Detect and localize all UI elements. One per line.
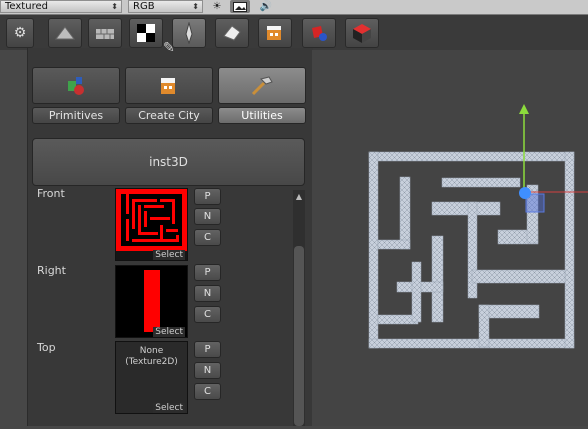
front-label: Front <box>37 187 65 200</box>
tab-primitives-icon-button[interactable] <box>32 67 120 104</box>
shading-mode-dropdown[interactable]: Textured ⬍ <box>0 0 122 13</box>
right-p-button[interactable]: P <box>194 264 221 281</box>
top-p-button[interactable]: P <box>194 341 221 358</box>
gizmo-y-arrow-icon[interactable] <box>519 104 529 114</box>
tab-create-city[interactable]: Create City <box>125 107 213 124</box>
cube-icon[interactable] <box>345 18 379 48</box>
tab-utilities[interactable]: Utilities <box>218 107 306 124</box>
pyramid-icon[interactable] <box>48 18 82 48</box>
dropdown-arrows-icon: ⬍ <box>192 2 199 11</box>
top-texture-slot[interactable]: None (Texture2D) Select <box>115 341 188 414</box>
tab-primitives[interactable]: Primitives <box>32 107 120 124</box>
maze-texture-image <box>116 189 187 251</box>
right-n-button[interactable]: N <box>194 285 221 302</box>
front-texture-slot[interactable]: Select <box>115 188 188 261</box>
right-c-button[interactable]: C <box>194 306 221 323</box>
top-select-label[interactable]: Select <box>153 403 185 413</box>
front-n-button[interactable]: N <box>194 208 221 225</box>
shapes-icon[interactable] <box>302 18 336 48</box>
tab-utilities-icon-button[interactable] <box>218 67 306 104</box>
top-bar: Textured ⬍ RGB ⬍ ☀ 🔊 <box>0 0 588 15</box>
right-label: Right <box>37 264 66 277</box>
speaker-icon[interactable]: 🔊 <box>256 0 276 13</box>
building-icon[interactable] <box>258 18 292 48</box>
image-icon[interactable] <box>230 0 250 13</box>
right-select-label[interactable]: Select <box>153 327 185 337</box>
pen-cursor-icon: ✎ <box>163 40 175 56</box>
right-texture-slot[interactable]: Select <box>115 265 188 338</box>
gizmo-center-handle[interactable] <box>519 187 531 199</box>
top-label: Top <box>37 341 56 354</box>
tab-create-city-icon-button[interactable] <box>125 67 213 104</box>
front-p-button[interactable]: P <box>194 188 221 205</box>
checker-icon[interactable] <box>129 18 163 48</box>
eraser-icon[interactable] <box>215 18 249 48</box>
render-mode-dropdown[interactable]: RGB ⬍ <box>128 0 203 13</box>
scroll-up-icon[interactable]: ▲ <box>294 192 304 202</box>
scene-view[interactable] <box>312 50 588 426</box>
gear-icon[interactable]: ⚙ <box>6 18 34 48</box>
top-n-button[interactable]: N <box>194 362 221 379</box>
sun-icon[interactable]: ☀ <box>207 0 227 13</box>
none-texture-label: None (Texture2D) <box>125 346 178 367</box>
panel-scrollbar[interactable]: ▲ <box>293 190 305 426</box>
dropdown-arrows-icon: ⬍ <box>111 2 118 11</box>
top-c-button[interactable]: C <box>194 383 221 400</box>
front-select-label[interactable]: Select <box>153 250 185 260</box>
scrollbar-thumb[interactable] <box>294 246 304 426</box>
render-mode-label: RGB <box>133 1 155 12</box>
shading-mode-label: Textured <box>5 1 48 12</box>
front-c-button[interactable]: C <box>194 229 221 246</box>
wall-icon[interactable] <box>88 18 122 48</box>
pen-icon[interactable] <box>172 18 206 48</box>
maze-scene-render <box>368 104 588 349</box>
inst3d-button[interactable]: inst3D <box>32 138 305 186</box>
